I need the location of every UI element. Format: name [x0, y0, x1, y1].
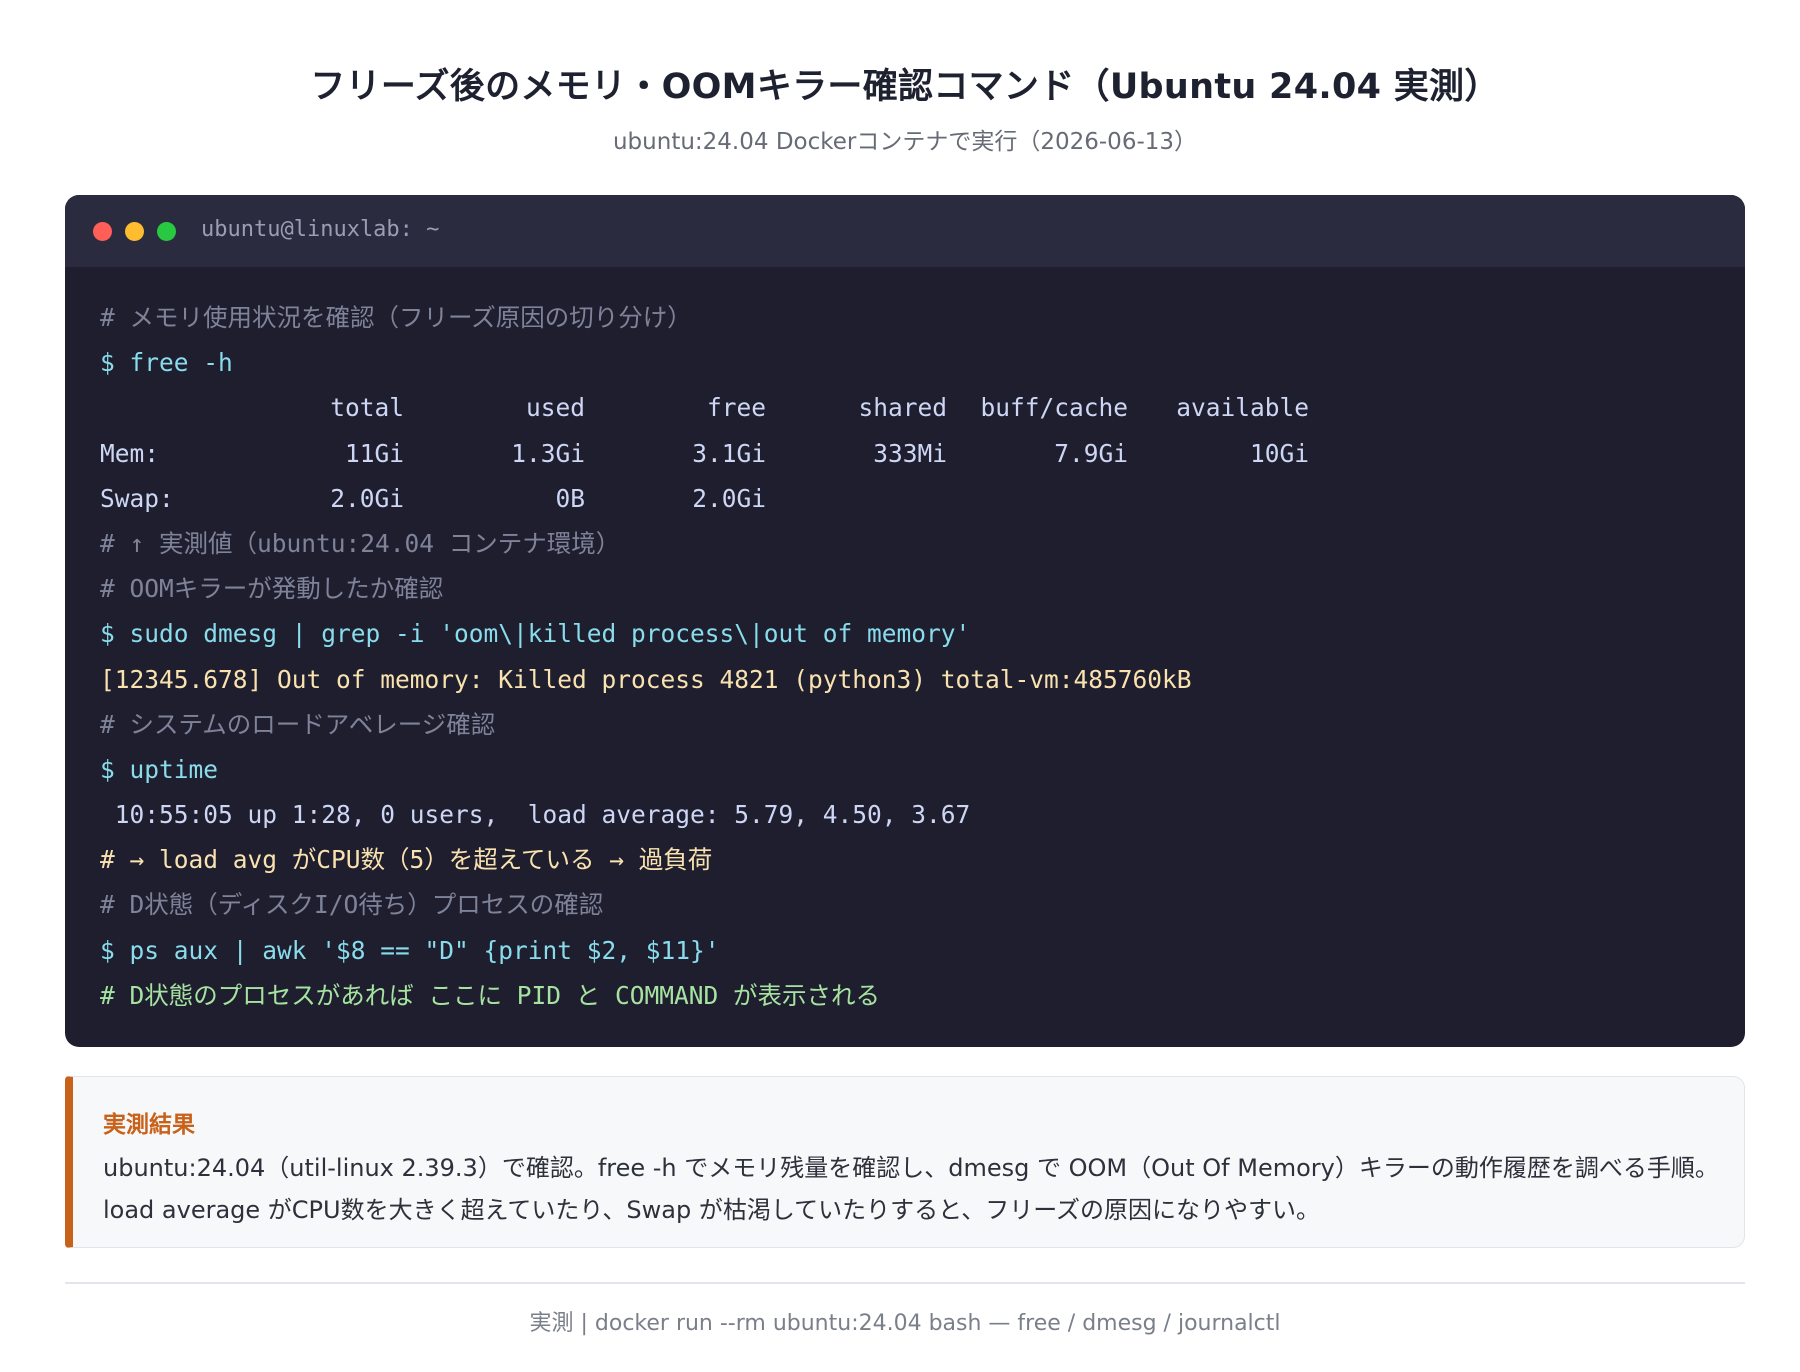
terminal-output-oom: [12345.678] Out of memory: Killed proces…: [100, 664, 1192, 694]
close-window-icon[interactable]: [93, 222, 112, 241]
footer-text: 実測 | docker run --rm ubuntu:24.04 bash —…: [529, 1311, 1281, 1336]
result-text: ubuntu:24.04（util-linux 2.39.3）で確認。free …: [103, 1154, 1719, 1224]
maximize-window-icon[interactable]: [157, 222, 176, 241]
terminal-command: $ uptime: [100, 754, 219, 784]
terminal-output-uptime: 10:55:05 up 1:28, 0 users, load average:…: [100, 800, 971, 830]
terminal-command: $ free -h: [100, 348, 233, 378]
terminal-output[interactable]: # メモリ使用状況を確認（フリーズ原因の切り分け） $ free -h tota…: [100, 295, 1715, 1018]
free-header-available: available: [1176, 393, 1309, 423]
terminal-title: ubuntu@linuxlab: ~: [201, 217, 440, 242]
page-subtitle: ubuntu:24.04 Dockerコンテナで実行（2026-06-13）: [612, 129, 1198, 155]
terminal-comment: # OOMキラーが発動したか確認: [100, 574, 444, 604]
terminal-command: $ ps aux | awk '$8 == "D" {print $2, $11…: [100, 935, 720, 965]
free-swap-free: 2.0Gi: [692, 483, 766, 513]
free-table-header: total used free shared buff/cache availa…: [100, 385, 1715, 430]
terminal-note: # D状態のプロセスがあれば ここに PID と COMMAND が表示される: [100, 980, 881, 1010]
terminal-note: # → load avg がCPU数（5）を超えている → 過負荷: [100, 845, 713, 875]
terminal-comment: # D状態（ディスクI/O待ち）プロセスの確認: [100, 890, 604, 920]
terminal-command: $ sudo dmesg | grep -i 'oom\|killed proc…: [100, 619, 971, 649]
result-heading: 実測結果: [103, 1112, 195, 1138]
terminal-window: ubuntu@linuxlab: ~ # メモリ使用状況を確認（フリーズ原因の切…: [65, 195, 1745, 1047]
free-table-row-swap: Swap: 2.0Gi 0B 2.0Gi: [100, 476, 1715, 521]
terminal-comment: # メモリ使用状況を確認（フリーズ原因の切り分け）: [100, 303, 692, 332]
result-callout: 実測結果 ubuntu:24.04（util-linux 2.39.3）で確認。…: [65, 1076, 1745, 1248]
terminal-titlebar: ubuntu@linuxlab: ~: [65, 195, 1745, 267]
terminal-comment: # ↑ 実測値（ubuntu:24.04 コンテナ環境）: [100, 528, 621, 558]
free-table-row-mem: Mem: 11Gi 1.3Gi 3.1Gi 333Mi 7.9Gi 10Gi: [100, 431, 1715, 476]
footer-divider: [65, 1282, 1745, 1284]
terminal-comment: # システムのロードアベレージ確認: [100, 709, 496, 739]
page-title: フリーズ後のメモリ・OOMキラー確認コマンド（Ubuntu 24.04 実測）: [310, 67, 1500, 107]
free-mem-available: 10Gi: [1249, 438, 1309, 468]
minimize-window-icon[interactable]: [125, 222, 144, 241]
